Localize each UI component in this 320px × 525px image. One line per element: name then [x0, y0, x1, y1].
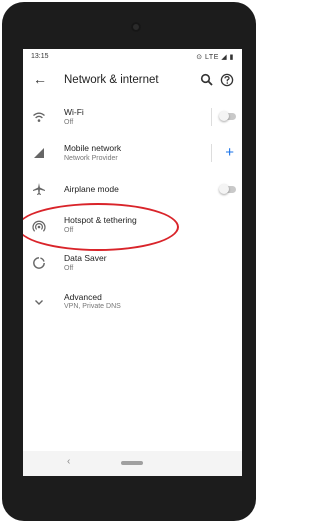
airplane-mode-toggle[interactable]	[219, 184, 236, 194]
chevron-down-icon	[35, 300, 43, 305]
add-icon[interactable]: +	[225, 145, 234, 160]
toggle-knob	[219, 184, 229, 194]
screen: 13:15 ⊙ LTE ◢ ▮ ← Network & internet Wi-…	[23, 49, 242, 476]
page-title: Network & internet	[64, 74, 159, 86]
wifi-setting[interactable]: Wi-Fi Off	[23, 101, 242, 133]
status-indicators: ⊙ LTE ◢ ▮	[196, 54, 234, 61]
nav-home-pill[interactable]	[121, 461, 143, 465]
phone-frame: 13:15 ⊙ LTE ◢ ▮ ← Network & internet Wi-…	[2, 2, 256, 521]
wifi-icon	[33, 112, 45, 122]
advanced-label: Advanced	[64, 292, 102, 302]
navigation-bar: ‹	[23, 451, 242, 476]
highlight-circle	[23, 203, 179, 251]
data-saver-label: Data Saver	[64, 253, 107, 263]
app-bar: ← Network & internet	[23, 65, 242, 99]
divider	[211, 144, 212, 162]
help-icon[interactable]	[220, 73, 234, 87]
advanced-summary: VPN, Private DNS	[64, 303, 121, 310]
toggle-knob	[219, 111, 229, 121]
airplane-icon	[33, 183, 45, 195]
front-camera	[131, 22, 141, 32]
status-bar: 13:15 ⊙ LTE ◢ ▮	[23, 49, 242, 65]
mobile-network-provider: Network Provider	[64, 155, 118, 162]
wifi-label: Wi-Fi	[64, 107, 84, 117]
data-saver-icon	[33, 257, 45, 269]
advanced-setting[interactable]: Advanced VPN, Private DNS	[23, 287, 242, 319]
airplane-mode-setting[interactable]: Airplane mode	[23, 175, 242, 203]
data-saver-setting[interactable]: Data Saver Off	[23, 247, 242, 279]
data-saver-status: Off	[64, 265, 74, 272]
mobile-network-setting[interactable]: Mobile network Network Provider +	[23, 137, 242, 169]
status-time: 13:15	[31, 53, 49, 60]
wifi-status: Off	[64, 119, 74, 126]
wifi-toggle[interactable]	[219, 111, 236, 121]
airplane-mode-label: Airplane mode	[64, 184, 119, 194]
mobile-network-label: Mobile network	[64, 143, 122, 153]
nav-back-icon[interactable]: ‹	[67, 456, 70, 467]
signal-icon	[34, 148, 44, 158]
arrow-back-icon[interactable]: ←	[33, 71, 47, 87]
divider	[211, 108, 212, 126]
search-icon[interactable]	[200, 73, 214, 87]
